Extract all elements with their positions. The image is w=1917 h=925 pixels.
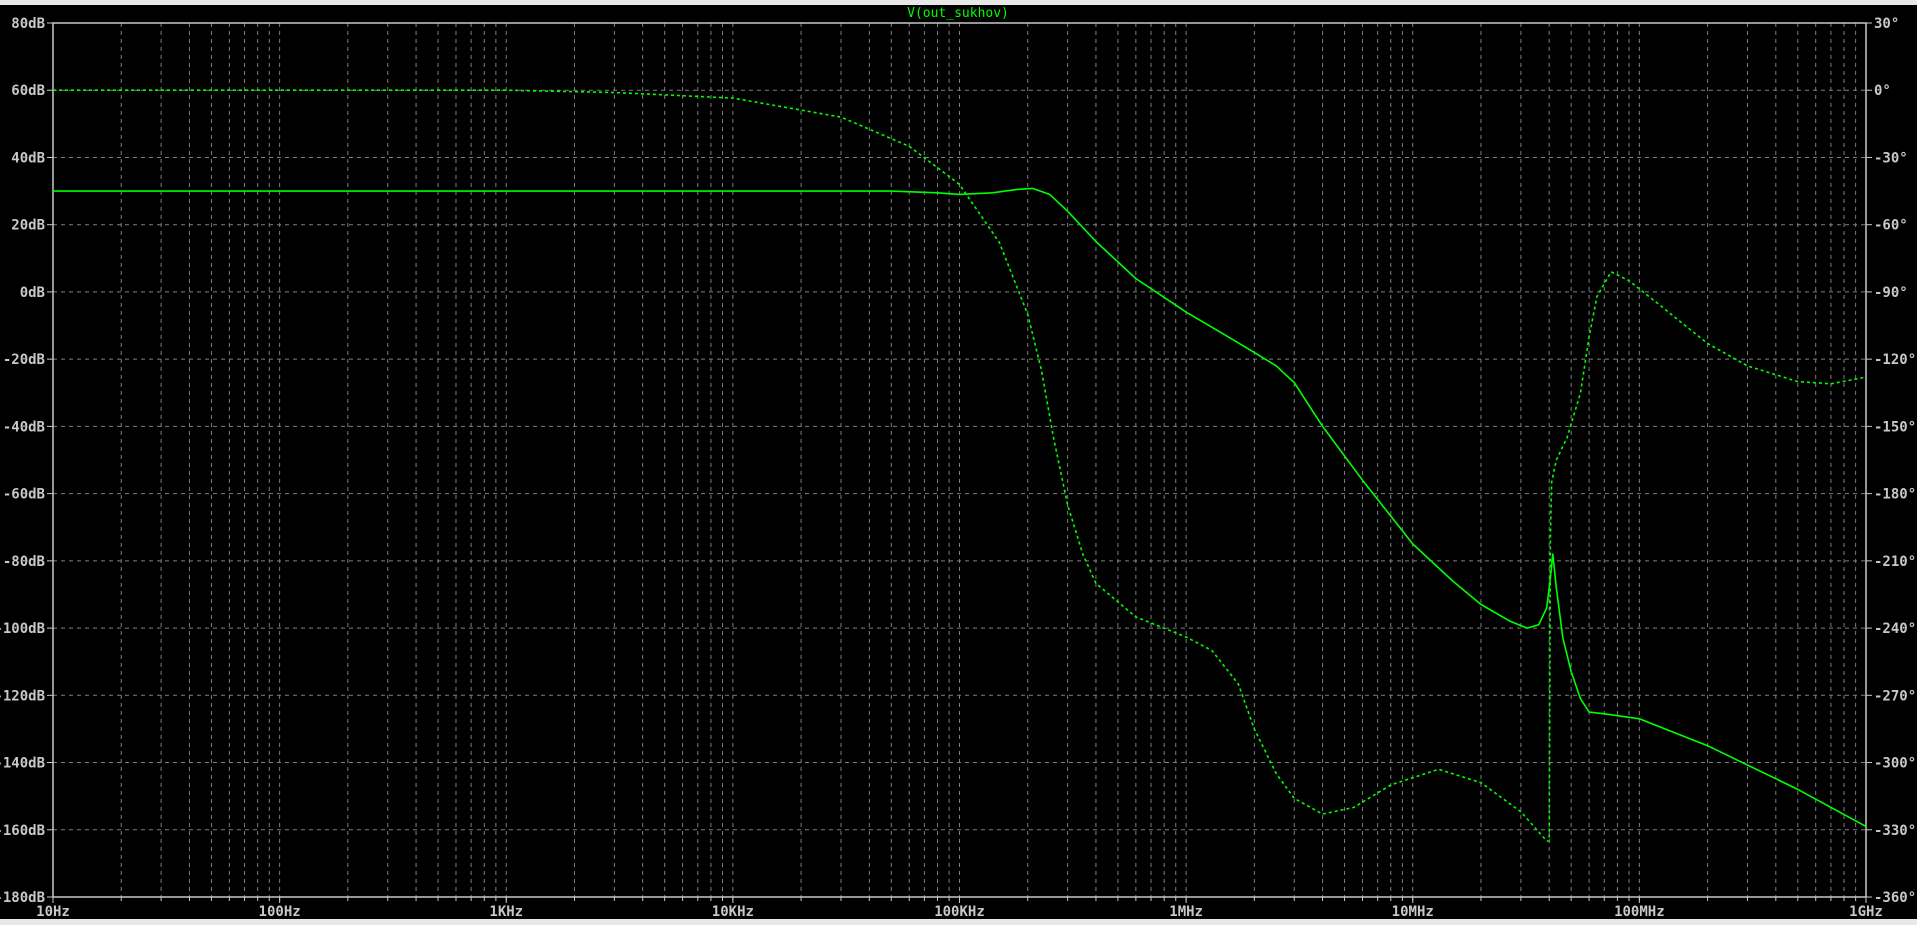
y-left-tick-label: -60dB [3,487,45,503]
y-right-tick-label: -150° [1874,419,1916,435]
x-tick-label: 10Hz [36,904,70,920]
bode-plot[interactable]: 80dB 60dB 40dB 20dB 0dB -20dB -40dB -60dB -80dB -… [0,0,1917,925]
y-right-tick-label: -120° [1874,352,1916,368]
y-left-tick-label: 20dB [11,218,45,234]
x-tick-label: 100MHz [1614,904,1665,920]
chart-title[interactable]: V(out_sukhov) [907,6,1009,21]
y-left-tick-label: -80dB [3,554,45,570]
y-right-tick-label: -240° [1874,621,1916,637]
grid [53,23,1866,897]
y-left-tick-label: -40dB [3,419,45,435]
x-tick-label: 10KHz [712,904,754,920]
x-tick-label: 1GHz [1849,904,1883,920]
x-tick-label: 1MHz [1169,904,1203,920]
y-left-tick-label: 0dB [20,285,45,301]
y-left-tick-label: -20dB [3,352,45,368]
y-right-tick-label: -90° [1874,285,1908,301]
y-left-tick-label: 60dB [11,83,45,99]
y-left-tick-label: -140dB [0,756,45,772]
y-left-tick-label: 40dB [11,150,45,166]
y-right-tick-label: -330° [1874,823,1916,839]
y-right-tick-label: -300° [1874,756,1916,772]
y-right-tick-label: -30° [1874,150,1908,166]
y-right-tick-label: 0° [1874,83,1891,99]
x-tick-label: 100KHz [934,904,985,920]
x-tick-label: 10MHz [1392,904,1434,920]
x-tick-label: 100Hz [259,904,301,920]
y-right-tick-label: 30° [1874,16,1899,32]
y-left-tick-label: 80dB [11,16,45,32]
y-right-tick-label: -60° [1874,218,1908,234]
x-tick-label: 1KHz [489,904,523,920]
window-bottom-border [0,919,1917,925]
y-right-tick-label: -180° [1874,487,1916,503]
y-left-tick-label: -100dB [0,621,45,637]
y-right-tick-label: -270° [1874,688,1916,704]
y-right-tick-label: -210° [1874,554,1916,570]
y-left-tick-label: -120dB [0,688,45,704]
y-left-tick-label: -160dB [0,823,45,839]
